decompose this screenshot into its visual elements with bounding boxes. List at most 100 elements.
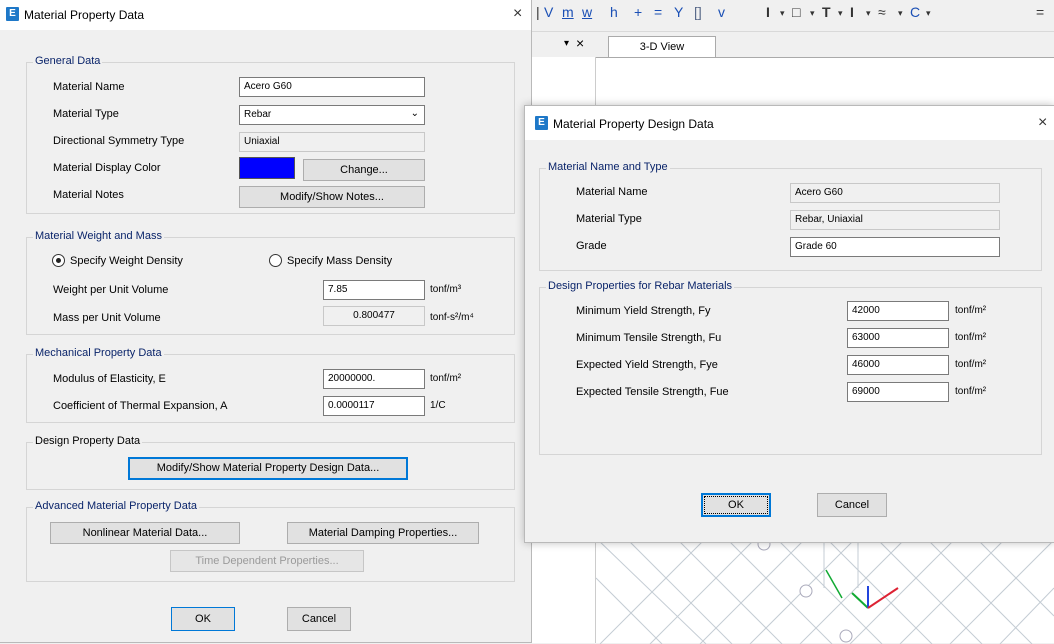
time-dependent-button: Time Dependent Properties...: [170, 550, 364, 572]
modulus-label: Modulus of Elasticity, E: [53, 373, 166, 385]
toolbar-icon[interactable]: Y: [674, 4, 683, 20]
toolbar-icon[interactable]: ▾: [838, 8, 843, 19]
toolbar-icon[interactable]: T: [822, 4, 831, 20]
close-icon[interactable]: ×: [576, 35, 584, 51]
toolbar-icon[interactable]: □: [792, 4, 800, 20]
group-title: Advanced Material Property Data: [33, 500, 200, 512]
specify-weight-label[interactable]: Specify Weight Density: [70, 255, 183, 267]
close-icon[interactable]: ×: [513, 6, 522, 22]
mechanical-property-group: Mechanical Property Data: [26, 347, 515, 423]
toolbar-icon[interactable]: ≈: [878, 4, 886, 20]
mass-unit: tonf-s²/m⁴: [430, 312, 474, 323]
app-logo-icon: E: [535, 116, 548, 130]
fue-label: Expected Tensile Strength, Fue: [576, 386, 729, 398]
toolbar-icon[interactable]: ▾: [926, 8, 931, 19]
fy-unit: tonf/m²: [955, 305, 987, 316]
directional-symmetry-label: Directional Symmetry Type: [53, 135, 185, 147]
material-property-design-data-dialog: E Material Property Design Data × Materi…: [524, 105, 1054, 543]
ok-button[interactable]: OK: [171, 607, 235, 631]
chevron-down-icon: ⌄: [410, 108, 419, 119]
tab-3d-view[interactable]: 3-D View: [608, 36, 716, 58]
group-title: Material Weight and Mass: [33, 230, 164, 242]
dialog-title: Material Property Data: [24, 8, 145, 22]
material-damping-button[interactable]: Material Damping Properties...: [287, 522, 479, 544]
thermal-expansion-input[interactable]: 0.0000117: [323, 396, 425, 416]
ok-button[interactable]: OK: [701, 493, 771, 517]
material-name-value: Acero G60: [790, 183, 1000, 203]
display-color-swatch[interactable]: [239, 157, 295, 179]
close-icon[interactable]: ×: [1038, 115, 1047, 131]
fy-input[interactable]: 42000: [847, 301, 949, 321]
toolbar-icon[interactable]: =: [1036, 4, 1044, 20]
group-title: Design Properties for Rebar Materials: [546, 280, 735, 292]
fye-label: Expected Yield Strength, Fye: [576, 359, 718, 371]
toolbar-icon[interactable]: m: [562, 4, 574, 20]
toolbar-icon[interactable]: V: [544, 4, 553, 20]
fy-label: Minimum Yield Strength, Fy: [576, 305, 711, 317]
toolbar-icon[interactable]: I: [766, 4, 770, 20]
specify-mass-label[interactable]: Specify Mass Density: [287, 255, 392, 267]
fue-unit: tonf/m²: [955, 386, 987, 397]
cancel-button[interactable]: Cancel: [287, 607, 351, 631]
material-name-label: Material Name: [53, 81, 125, 93]
display-color-label: Material Display Color: [53, 162, 161, 174]
cancel-button[interactable]: Cancel: [817, 493, 887, 517]
title-bar[interactable]: E Material Property Design Data ×: [525, 106, 1054, 140]
material-property-data-dialog: E Material Property Data × General Data …: [0, 0, 532, 643]
material-type-value: Rebar: [244, 109, 272, 120]
material-type-select[interactable]: Rebar ⌄: [239, 105, 425, 125]
toolbar-icon[interactable]: ▾: [780, 8, 785, 19]
modify-notes-button[interactable]: Modify/Show Notes...: [239, 186, 425, 208]
grade-label: Grade: [576, 240, 607, 252]
toolbar-icon[interactable]: =: [654, 4, 662, 20]
toolbar-icon[interactable]: w: [582, 4, 592, 20]
toolbar-icon[interactable]: ▾: [898, 8, 903, 19]
specify-mass-radio[interactable]: [269, 254, 282, 267]
fu-unit: tonf/m²: [955, 332, 987, 343]
dialog-title: Material Property Design Data: [553, 117, 714, 131]
change-color-button[interactable]: Change...: [303, 159, 425, 181]
pane-header: ▾ ×: [530, 33, 596, 57]
directional-symmetry-value: Uniaxial: [239, 132, 425, 152]
material-type-value: Rebar, Uniaxial: [790, 210, 1000, 230]
toolbar-icon[interactable]: v: [718, 4, 725, 20]
weight-per-volume-input[interactable]: 7.85: [323, 280, 425, 300]
group-title: Mechanical Property Data: [33, 347, 164, 359]
fu-label: Minimum Tensile Strength, Fu: [576, 332, 722, 344]
material-name-label: Material Name: [576, 186, 648, 198]
app-logo-icon: E: [6, 7, 19, 21]
material-notes-label: Material Notes: [53, 189, 124, 201]
toolbar-icon[interactable]: h: [610, 4, 618, 20]
toolbar-icon[interactable]: []: [694, 4, 702, 20]
material-type-label: Material Type: [53, 108, 119, 120]
toolbar-icon[interactable]: ▾: [810, 8, 815, 19]
specify-weight-radio[interactable]: [52, 254, 65, 267]
thermal-unit: 1/C: [430, 400, 446, 411]
mass-per-volume-value: 0.800477: [323, 306, 425, 326]
toolbar-icon[interactable]: +: [634, 4, 642, 20]
modify-design-data-button[interactable]: Modify/Show Material Property Design Dat…: [128, 457, 408, 480]
fu-input[interactable]: 63000: [847, 328, 949, 348]
group-title: General Data: [33, 55, 103, 67]
fye-unit: tonf/m²: [955, 359, 987, 370]
toolbar-icon[interactable]: C: [910, 4, 920, 20]
fue-input[interactable]: 69000: [847, 382, 949, 402]
material-name-input[interactable]: Acero G60: [239, 77, 425, 97]
material-type-label: Material Type: [576, 213, 642, 225]
pin-icon[interactable]: ▾: [564, 38, 569, 49]
group-title: Material Name and Type: [546, 161, 670, 173]
fye-input[interactable]: 46000: [847, 355, 949, 375]
mass-per-volume-label: Mass per Unit Volume: [53, 312, 161, 324]
thermal-expansion-label: Coefficient of Thermal Expansion, A: [53, 400, 228, 412]
title-bar[interactable]: E Material Property Data ×: [0, 0, 531, 30]
weight-unit: tonf/m³: [430, 284, 462, 295]
modulus-unit: tonf/m²: [430, 373, 462, 384]
nonlinear-material-button[interactable]: Nonlinear Material Data...: [50, 522, 240, 544]
toolbar-icon[interactable]: ▾: [866, 8, 871, 19]
toolbar-icon[interactable]: |: [536, 4, 540, 20]
grade-input[interactable]: Grade 60: [790, 237, 1000, 257]
toolbar-icon[interactable]: I: [850, 4, 854, 20]
modulus-input[interactable]: 20000000.: [323, 369, 425, 389]
weight-per-volume-label: Weight per Unit Volume: [53, 284, 169, 296]
group-title: Design Property Data: [33, 435, 143, 447]
